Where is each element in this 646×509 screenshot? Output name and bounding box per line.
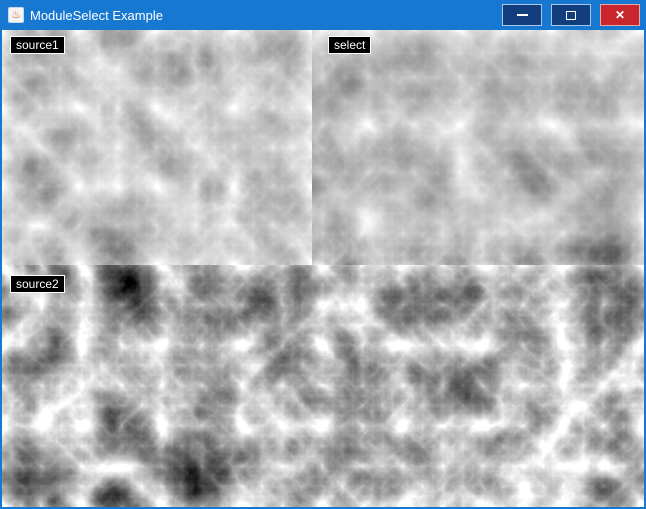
source1-texture xyxy=(2,30,312,265)
source2-texture xyxy=(2,265,644,507)
close-button[interactable]: ✕ xyxy=(600,4,640,26)
close-icon: ✕ xyxy=(615,9,625,21)
source1-label: source1 xyxy=(10,36,65,54)
app-window: ModuleSelect Example ✕ xyxy=(0,0,646,509)
window-controls: ✕ xyxy=(502,4,640,26)
maximize-icon xyxy=(566,11,576,20)
source2-label: source2 xyxy=(10,275,65,293)
minimize-button[interactable] xyxy=(502,4,542,26)
maximize-button[interactable] xyxy=(551,4,591,26)
minimize-icon xyxy=(517,14,528,16)
render-area: source1 select source2 xyxy=(2,30,644,507)
select-label: select xyxy=(328,36,371,54)
title-bar[interactable]: ModuleSelect Example ✕ xyxy=(2,0,644,30)
window-title: ModuleSelect Example xyxy=(30,8,502,23)
app-icon xyxy=(8,7,24,23)
